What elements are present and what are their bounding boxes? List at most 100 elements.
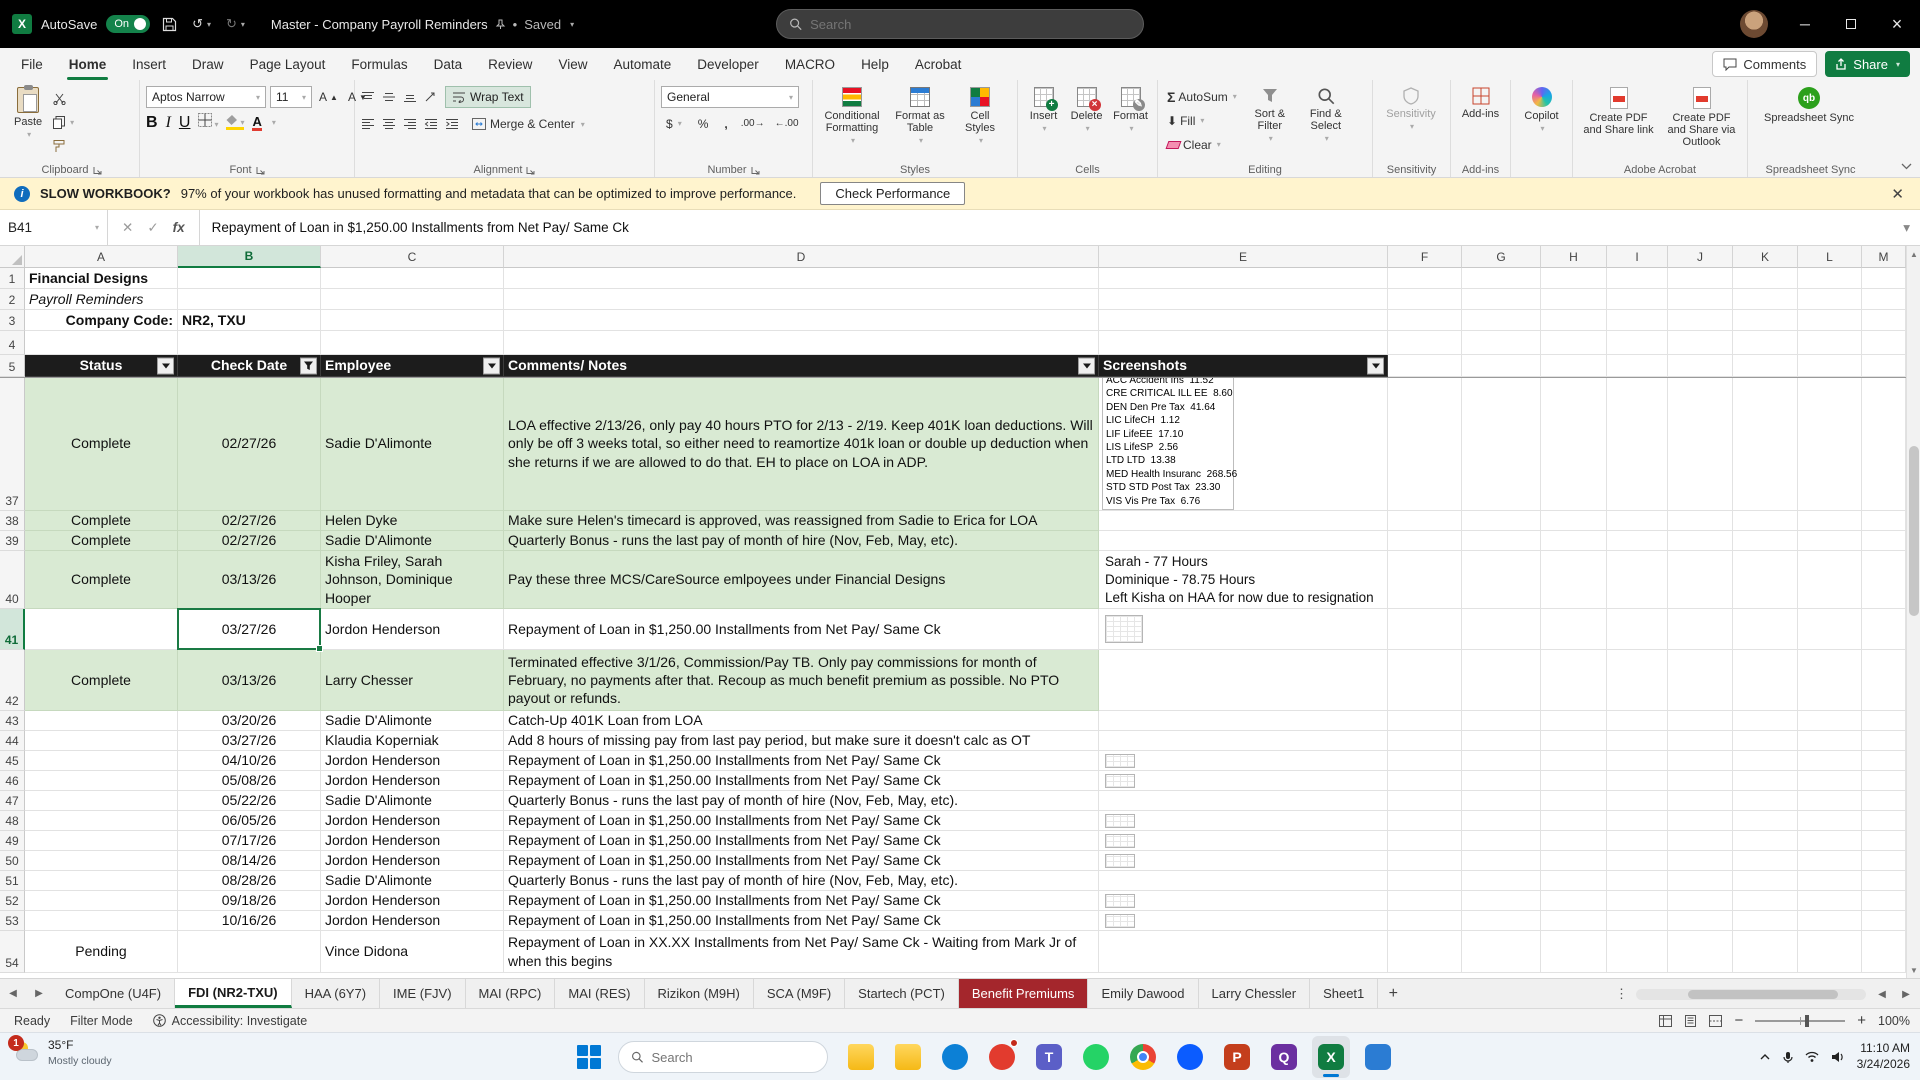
- cell-L51[interactable]: [1798, 871, 1862, 891]
- cell-D41[interactable]: Repayment of Loan in $1,250.00 Installme…: [504, 609, 1099, 650]
- cell-E41[interactable]: [1099, 609, 1388, 650]
- delete-cells-button[interactable]: × Delete ▾: [1067, 84, 1106, 137]
- cell-K51[interactable]: [1733, 871, 1798, 891]
- accounting-format-button[interactable]: $ ▾: [663, 113, 685, 134]
- cell-D43[interactable]: Catch-Up 401K Loan from LOA: [504, 711, 1099, 731]
- cell-F43[interactable]: [1388, 711, 1462, 731]
- taskbar-app-edge[interactable]: [936, 1036, 974, 1078]
- cell-M45[interactable]: [1862, 751, 1906, 771]
- cell-M53[interactable]: [1862, 911, 1906, 931]
- cell-K45[interactable]: [1733, 751, 1798, 771]
- cell-G1[interactable]: [1462, 268, 1541, 289]
- orientation-icon[interactable]: [424, 91, 438, 103]
- cell-G5[interactable]: [1462, 355, 1541, 377]
- cell-I42[interactable]: [1607, 650, 1668, 711]
- cell-E3[interactable]: [1099, 310, 1388, 331]
- cell-D48[interactable]: Repayment of Loan in $1,250.00 Installme…: [504, 811, 1099, 831]
- row-header-40[interactable]: 40: [0, 551, 25, 609]
- ribbon-tab-file[interactable]: File: [8, 48, 56, 80]
- column-header-C[interactable]: C: [321, 246, 504, 268]
- insert-cells-button[interactable]: + Insert ▾: [1024, 84, 1063, 137]
- borders-button[interactable]: ▾: [198, 113, 218, 132]
- fill-button[interactable]: ⬇ Fill ▾: [1164, 110, 1240, 131]
- cell-G46[interactable]: [1462, 771, 1541, 791]
- cell-D1[interactable]: [504, 268, 1099, 289]
- normal-view-icon[interactable]: [1659, 1014, 1673, 1027]
- cell-B52[interactable]: 09/18/26: [178, 891, 321, 911]
- cell-M43[interactable]: [1862, 711, 1906, 731]
- cell-E51[interactable]: [1099, 871, 1388, 891]
- cell-J53[interactable]: [1668, 911, 1733, 931]
- row-header-45[interactable]: 45: [0, 751, 25, 771]
- cell-K2[interactable]: [1733, 289, 1798, 310]
- cell-D45[interactable]: Repayment of Loan in $1,250.00 Installme…: [504, 751, 1099, 771]
- page-layout-view-icon[interactable]: [1684, 1014, 1697, 1027]
- sheet-tab-startech-pct[interactable]: Startech (PCT): [845, 979, 959, 1008]
- taskbar-app-acrobat[interactable]: [983, 1036, 1021, 1078]
- cell-D50[interactable]: Repayment of Loan in $1,250.00 Installme…: [504, 851, 1099, 871]
- cell-H53[interactable]: [1541, 911, 1607, 931]
- cell-A41[interactable]: [25, 609, 178, 650]
- cell-H44[interactable]: [1541, 731, 1607, 751]
- filter-button-status[interactable]: [157, 357, 174, 374]
- cell-E52[interactable]: [1099, 891, 1388, 911]
- cell-K40[interactable]: [1733, 551, 1798, 609]
- merge-center-button[interactable]: Merge & Center ▾: [466, 113, 591, 135]
- cell-J40[interactable]: [1668, 551, 1733, 609]
- cell-F53[interactable]: [1388, 911, 1462, 931]
- cell-I45[interactable]: [1607, 751, 1668, 771]
- cell-D38[interactable]: Make sure Helen's timecard is approved, …: [504, 511, 1099, 531]
- cell-A43[interactable]: [25, 711, 178, 731]
- sheet-tab-fdi-nr2-txu[interactable]: FDI (NR2-TXU): [175, 979, 292, 1008]
- cell-I53[interactable]: [1607, 911, 1668, 931]
- cell-M1[interactable]: [1862, 268, 1906, 289]
- cell-I2[interactable]: [1607, 289, 1668, 310]
- cell-B44[interactable]: 03/27/26: [178, 731, 321, 751]
- font-size-select[interactable]: 11 ▾: [270, 86, 312, 108]
- ribbon-tab-review[interactable]: Review: [475, 48, 545, 80]
- undo-button[interactable]: ↺ ▾: [189, 9, 214, 39]
- ribbon-tab-view[interactable]: View: [545, 48, 600, 80]
- cell-B41[interactable]: 03/27/26: [178, 609, 321, 650]
- taskbar-app-zoom[interactable]: [1171, 1036, 1209, 1078]
- cell-C51[interactable]: Sadie D'Alimonte: [321, 871, 504, 891]
- cell-B42[interactable]: 03/13/26: [178, 650, 321, 711]
- cell-E37[interactable]: ACC Accident Ins 11.52 CRE CRITICAL ILL E…: [1099, 377, 1388, 511]
- cell-G4[interactable]: [1462, 331, 1541, 355]
- cell-B37[interactable]: 02/27/26: [178, 377, 321, 511]
- check-performance-button[interactable]: Check Performance: [820, 182, 966, 205]
- cell-E50[interactable]: [1099, 851, 1388, 871]
- hscroll-right-icon[interactable]: ▶: [1898, 989, 1914, 1000]
- cell-H4[interactable]: [1541, 331, 1607, 355]
- row-header-52[interactable]: 52: [0, 891, 25, 911]
- cell-styles-button[interactable]: Cell Styles ▾: [955, 84, 1005, 149]
- minimize-button[interactable]: ─: [1782, 0, 1828, 48]
- cell-F51[interactable]: [1388, 871, 1462, 891]
- zoom-slider[interactable]: [1755, 1014, 1846, 1027]
- cell-J54[interactable]: [1668, 931, 1733, 973]
- cell-C3[interactable]: [321, 310, 504, 331]
- cell-J1[interactable]: [1668, 268, 1733, 289]
- cell-H5[interactable]: [1541, 355, 1607, 377]
- cell-B49[interactable]: 07/17/26: [178, 831, 321, 851]
- cell-J5[interactable]: [1668, 355, 1733, 377]
- cell-G45[interactable]: [1462, 751, 1541, 771]
- enter-icon[interactable]: ✓: [147, 220, 158, 236]
- cell-E43[interactable]: [1099, 711, 1388, 731]
- cell-A2[interactable]: Payroll Reminders: [25, 289, 178, 310]
- cell-C44[interactable]: Klaudia Koperniak: [321, 731, 504, 751]
- cell-B38[interactable]: 02/27/26: [178, 511, 321, 531]
- expand-formula-bar-icon[interactable]: ▾: [1893, 210, 1920, 245]
- cell-L42[interactable]: [1798, 650, 1862, 711]
- cell-E49[interactable]: [1099, 831, 1388, 851]
- cell-M39[interactable]: [1862, 531, 1906, 551]
- cell-I40[interactable]: [1607, 551, 1668, 609]
- cell-F50[interactable]: [1388, 851, 1462, 871]
- cell-E38[interactable]: [1099, 511, 1388, 531]
- alignment-dialog-launcher[interactable]: [526, 166, 535, 175]
- horizontal-scrollbar-thumb[interactable]: [1688, 989, 1838, 999]
- increase-font-button[interactable]: A ▲: [316, 87, 341, 108]
- cell-A40[interactable]: Complete: [25, 551, 178, 609]
- cell-C50[interactable]: Jordon Henderson: [321, 851, 504, 871]
- cell-E47[interactable]: [1099, 791, 1388, 811]
